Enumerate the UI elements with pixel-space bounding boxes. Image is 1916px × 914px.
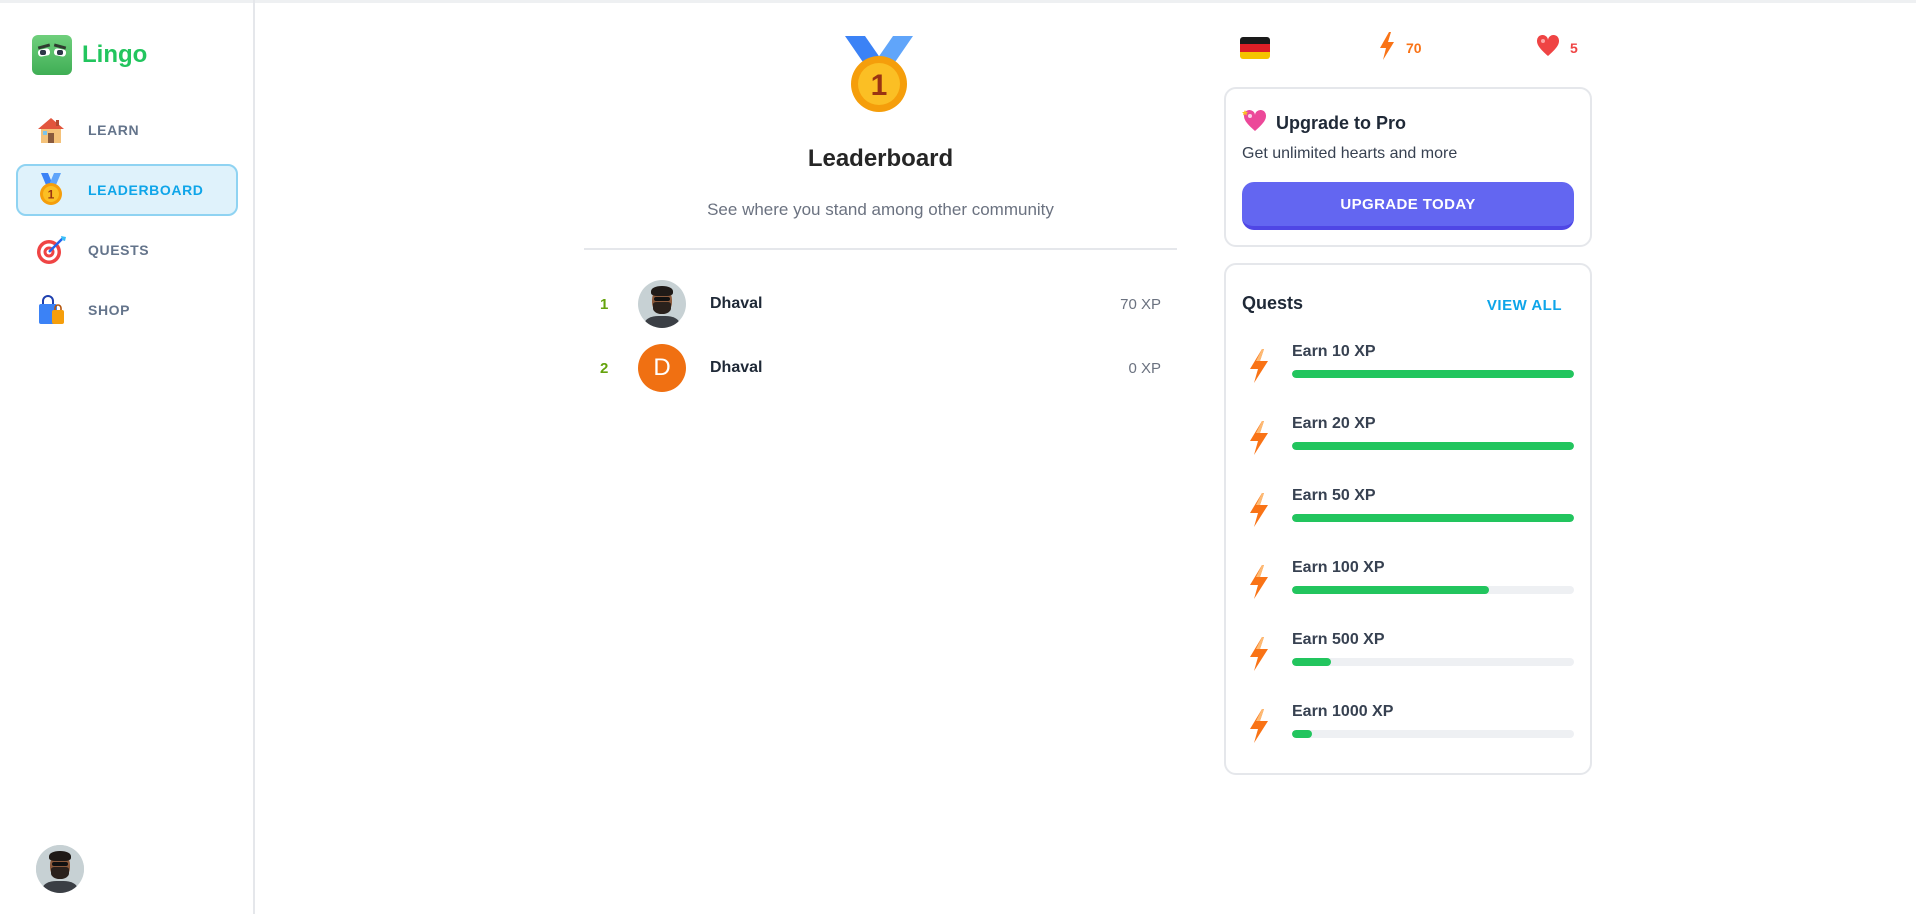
- quests-list: Earn 10 XP Earn 20 XP Earn 50 XP Earn 10…: [1242, 343, 1574, 775]
- divider: [584, 248, 1177, 250]
- germany-flag-icon: [1240, 37, 1270, 59]
- user-xp: 0 XP: [1128, 359, 1161, 377]
- top-border: [0, 0, 1916, 3]
- quest-label: Earn 20 XP: [1292, 415, 1376, 432]
- quest-progress-fill: [1292, 586, 1490, 594]
- medal-rank: 1: [871, 69, 888, 102]
- shopping-bag-icon: [34, 293, 68, 327]
- logo-mascot-icon: [32, 35, 72, 75]
- sidebar-item-learn[interactable]: LEARN: [16, 104, 238, 156]
- user-avatar[interactable]: [36, 845, 84, 893]
- quest-label: Earn 10 XP: [1292, 343, 1376, 360]
- quest-item: Earn 20 XP: [1242, 415, 1574, 487]
- sidebar-item-label: QUESTS: [88, 242, 150, 258]
- leaderboard-row[interactable]: 2 D Dhaval 0 XP: [584, 336, 1177, 400]
- upgrade-subtitle: Get unlimited hearts and more: [1242, 145, 1458, 162]
- quest-progress-fill: [1292, 442, 1574, 450]
- user-name: Dhaval: [710, 359, 763, 376]
- hearts-stat[interactable]: 5: [1536, 33, 1578, 63]
- quest-item: Earn 50 XP: [1242, 487, 1574, 559]
- points-stat[interactable]: 70: [1378, 31, 1422, 65]
- rank-number: 2: [600, 359, 609, 377]
- medal-icon: 1: [34, 173, 68, 207]
- sidebar-nav: LEARN 1 LEADERBOARD QUESTS SHOP: [16, 104, 238, 344]
- sidebar-item-label: SHOP: [88, 302, 131, 318]
- quest-progress-fill: [1292, 658, 1332, 666]
- sidebar-item-quests[interactable]: QUESTS: [16, 224, 238, 276]
- points-value: 70: [1406, 40, 1422, 56]
- quest-label: Earn 500 XP: [1292, 631, 1385, 648]
- svg-text:1: 1: [48, 188, 55, 202]
- sidebar-item-leaderboard[interactable]: 1 LEADERBOARD: [16, 164, 238, 216]
- quest-item: Earn 1000 XP: [1242, 703, 1574, 775]
- quest-progress-fill: [1292, 514, 1574, 522]
- page-title: Leaderboard: [807, 145, 954, 172]
- upgrade-title: Upgrade to Pro: [1276, 113, 1407, 133]
- quests-title: Quests: [1242, 293, 1304, 313]
- course-language[interactable]: [1240, 33, 1270, 63]
- quest-label: Earn 1000 XP: [1292, 703, 1394, 720]
- avatar: D: [638, 344, 686, 392]
- user-name: Dhaval: [710, 295, 763, 312]
- sidebar-item-label: LEADERBOARD: [88, 182, 204, 198]
- target-icon: [34, 233, 68, 267]
- lightning-icon: [1378, 31, 1396, 65]
- user-xp: 70 XP: [1120, 295, 1161, 313]
- lightning-icon: [1248, 565, 1270, 599]
- upgrade-button[interactable]: UPGRADE TODAY: [1242, 182, 1574, 230]
- lightning-icon: [1248, 421, 1270, 455]
- quest-label: Earn 100 XP: [1292, 559, 1385, 576]
- leaderboard-list: 1 Dhaval 70 XP 2 D Dhaval 0 XP: [584, 272, 1177, 400]
- medal-icon: 1: [843, 34, 915, 114]
- quest-progress-track: [1292, 586, 1574, 594]
- quest-progress-fill: [1292, 730, 1312, 738]
- lightning-icon: [1248, 637, 1270, 671]
- leaderboard-row[interactable]: 1 Dhaval 70 XP: [584, 272, 1177, 336]
- quest-progress-track: [1292, 514, 1574, 522]
- quest-progress-fill: [1292, 370, 1574, 378]
- heart-icon: [1536, 34, 1560, 62]
- quest-progress-track: [1292, 442, 1574, 450]
- rank-number: 1: [600, 295, 609, 313]
- user-stats: 70 5: [1240, 31, 1592, 65]
- sparkle-heart-icon: [1242, 109, 1268, 138]
- house-icon: [34, 113, 68, 147]
- upgrade-card: Upgrade to Pro Get unlimited hearts and …: [1224, 87, 1592, 247]
- quest-item: Earn 10 XP: [1242, 343, 1574, 415]
- sidebar-item-label: LEARN: [88, 122, 140, 138]
- quests-card: Quests VIEW ALL Earn 10 XP Earn 20 XP Ea…: [1224, 263, 1592, 775]
- quest-progress-track: [1292, 730, 1574, 738]
- quest-progress-track: [1292, 370, 1574, 378]
- quest-item: Earn 500 XP: [1242, 631, 1574, 703]
- lightning-icon: [1248, 349, 1270, 383]
- logo[interactable]: Lingo: [32, 35, 147, 75]
- lightning-icon: [1248, 493, 1270, 527]
- hearts-value: 5: [1570, 40, 1578, 56]
- page-subtitle: See where you stand among other communit…: [707, 200, 1054, 219]
- quest-item: Earn 100 XP: [1242, 559, 1574, 631]
- logo-text: Lingo: [82, 41, 148, 68]
- avatar: [638, 280, 686, 328]
- sidebar: Lingo LEARN 1 LEADERBOARD QUESTS SHOP: [0, 0, 255, 914]
- lightning-icon: [1248, 709, 1270, 743]
- quest-label: Earn 50 XP: [1292, 487, 1376, 504]
- view-all-link[interactable]: VIEW ALL: [1487, 297, 1562, 314]
- quest-progress-track: [1292, 658, 1574, 666]
- sidebar-item-shop[interactable]: SHOP: [16, 284, 238, 336]
